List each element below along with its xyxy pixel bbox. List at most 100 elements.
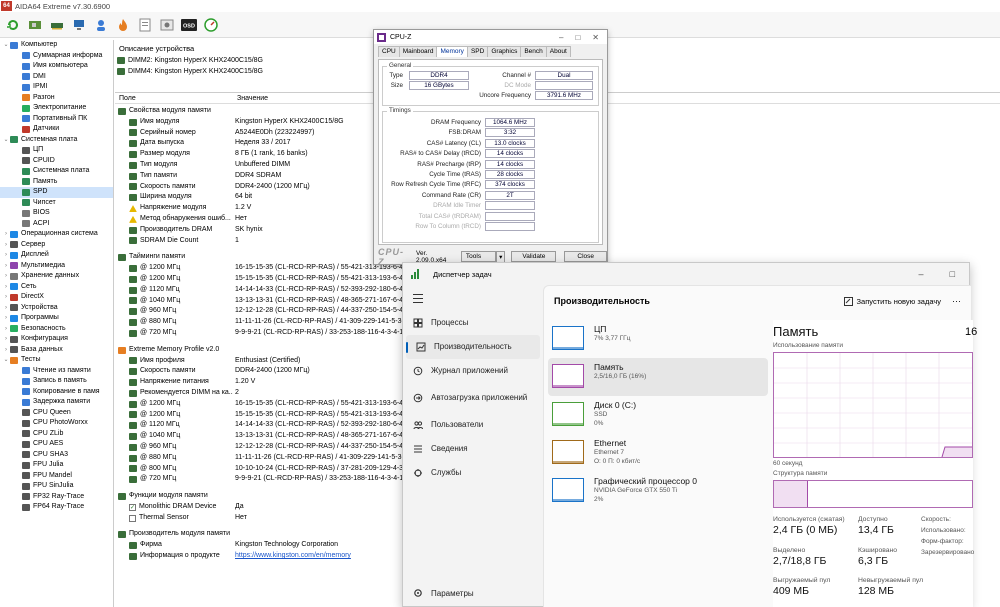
close-button[interactable]: Close (564, 251, 607, 262)
maximize-icon[interactable]: □ (575, 33, 580, 42)
tree-node[interactable]: CPUID (0, 156, 113, 167)
perf-item[interactable]: ЦП 7% 3,77 ГГц (548, 320, 768, 358)
tree-node[interactable]: ⌄ Компьютер (0, 40, 113, 51)
perf-item[interactable]: Ethernet Ethernet 7 О: 0 П: 0 кбит/с (548, 434, 768, 472)
tree-node[interactable]: Память (0, 177, 113, 188)
tree-node[interactable]: › Программы (0, 313, 113, 324)
tree-node[interactable]: FPU Julia (0, 460, 113, 471)
tree-node[interactable]: CPU AES (0, 439, 113, 450)
cpuz-tab-memory[interactable]: Memory (436, 46, 468, 57)
device-item[interactable]: DIMM2: Kingston HyperX KHX2400C15/8G (117, 55, 417, 66)
perf-item[interactable]: Диск 0 (C:) SSD 0% (548, 396, 768, 434)
tree-node[interactable]: Электропитание (0, 103, 113, 114)
minimize-icon[interactable]: – (559, 33, 563, 42)
validate-button[interactable]: Validate (511, 251, 557, 262)
tm-nav-chart[interactable]: Производительность (406, 335, 540, 359)
tree-expand-icon[interactable]: › (2, 334, 10, 345)
tree-node[interactable]: Имя компьютера (0, 61, 113, 72)
column-field[interactable]: Поле (115, 95, 233, 102)
tools-dropdown-icon[interactable]: ▾ (496, 250, 506, 263)
tree-node[interactable]: › Операционная система (0, 229, 113, 240)
tree-node[interactable]: Чипсет (0, 198, 113, 209)
tm-nav-startup[interactable]: Автозагрузка приложений (403, 383, 543, 413)
tree-expand-icon[interactable]: ⌄ (2, 135, 10, 146)
tree-expand-icon[interactable]: › (2, 345, 10, 356)
osd-icon[interactable]: OSD (180, 16, 197, 33)
tree-node[interactable]: FPU Mandel (0, 471, 113, 482)
tree-node[interactable]: › Дисплей (0, 250, 113, 261)
hamburger-menu[interactable] (403, 285, 543, 311)
tree-node[interactable]: › Сервер (0, 240, 113, 251)
tree-expand-icon[interactable]: › (2, 240, 10, 251)
tree-node[interactable]: FP32 Ray-Trace (0, 492, 113, 503)
tm-maximize-icon[interactable]: □ (950, 269, 955, 279)
tools-icon[interactable] (158, 16, 175, 33)
tree-expand-icon[interactable]: › (2, 313, 10, 324)
tree-node[interactable]: › База данных (0, 345, 113, 356)
tree-node[interactable]: Копирование в памя (0, 387, 113, 398)
tree-node[interactable]: Чтение из памяти (0, 366, 113, 377)
cpuz-tab-graphics[interactable]: Graphics (487, 46, 522, 57)
close-icon[interactable]: ✕ (592, 33, 599, 42)
user-icon[interactable] (92, 16, 109, 33)
tree-expand-icon[interactable]: › (2, 271, 10, 282)
tree-node[interactable]: IPMI (0, 82, 113, 93)
tm-nav-list[interactable]: Сведения (403, 437, 543, 461)
tree-node[interactable]: Задержка памяти (0, 397, 113, 408)
tm-settings[interactable]: Параметры (403, 581, 543, 605)
tree-node[interactable]: › Конфигурация (0, 334, 113, 345)
tm-nav-history[interactable]: Журнал приложений (403, 359, 543, 383)
tree-expand-icon[interactable]: › (2, 303, 10, 314)
tree-node[interactable]: BIOS (0, 208, 113, 219)
cpuz-tab-about[interactable]: About (545, 46, 571, 57)
flame-icon[interactable] (114, 16, 131, 33)
tree-node[interactable]: CPU PhotoWorxx (0, 418, 113, 429)
tree-node[interactable]: › Устройства (0, 303, 113, 314)
perf-item[interactable]: Графический процессор 0 NVIDIA GeForce GT… (548, 472, 768, 510)
tree-node[interactable]: Датчики (0, 124, 113, 135)
tree-expand-icon[interactable]: › (2, 229, 10, 240)
memory-icon[interactable] (48, 16, 65, 33)
tm-nav-grid[interactable]: Процессы (403, 311, 543, 335)
tree-node[interactable]: › Мультимедиа (0, 261, 113, 272)
cpuz-tab-mainboard[interactable]: Mainboard (398, 46, 438, 57)
perf-item[interactable]: Память 2,5/16,0 ГБ (16%) (548, 358, 768, 396)
cpuz-tab-cpu[interactable]: CPU (378, 46, 400, 57)
tm-nav-services[interactable]: Службы (403, 461, 543, 485)
network-icon[interactable] (70, 16, 87, 33)
gauge-icon[interactable] (202, 16, 219, 33)
tree-expand-icon[interactable]: › (2, 250, 10, 261)
tree-node[interactable]: › Хранение данных (0, 271, 113, 282)
tree-node[interactable]: ⌄ Системная плата (0, 135, 113, 146)
more-options-icon[interactable]: ··· (952, 296, 961, 306)
tree-node[interactable]: › Безопасность (0, 324, 113, 335)
motherboard-icon[interactable] (26, 16, 43, 33)
tree-node[interactable]: CPU SHA3 (0, 450, 113, 461)
tree-expand-icon[interactable]: ⌄ (2, 40, 10, 51)
tree-node[interactable]: Разгон (0, 93, 113, 104)
tm-minimize-icon[interactable]: – (919, 269, 924, 279)
cpuz-tab-bench[interactable]: Bench (520, 46, 547, 57)
tree-node[interactable]: CPU ZLib (0, 429, 113, 440)
tree-expand-icon[interactable]: › (2, 292, 10, 303)
tm-nav-users[interactable]: Пользователи (403, 413, 543, 437)
tree-node[interactable]: Суммарная информа (0, 51, 113, 62)
tree-node[interactable]: FP64 Ray-Trace (0, 502, 113, 513)
tree-node[interactable]: SPD (0, 187, 113, 198)
tools-button[interactable]: Tools (460, 251, 497, 262)
tree-node[interactable]: › Сеть (0, 282, 113, 293)
tree-node[interactable]: Портативный ПК (0, 114, 113, 125)
tree-node[interactable]: DMI (0, 72, 113, 83)
tree-node[interactable]: ACPI (0, 219, 113, 230)
tree-node[interactable]: Запись в память (0, 376, 113, 387)
tree-node[interactable]: ⌄ Тесты (0, 355, 113, 366)
cpuz-tab-spd[interactable]: SPD (466, 46, 489, 57)
report-icon[interactable] (136, 16, 153, 33)
tree-expand-icon[interactable]: › (2, 324, 10, 335)
tree-node[interactable]: FPU SinJulia (0, 481, 113, 492)
tree-node[interactable]: › DirectX (0, 292, 113, 303)
tree-node[interactable]: Системная плата (0, 166, 113, 177)
device-item[interactable]: DIMM4: Kingston HyperX KHX2400C15/8G (117, 66, 417, 77)
tree-expand-icon[interactable]: › (2, 261, 10, 272)
column-value[interactable]: Значение (233, 95, 268, 102)
